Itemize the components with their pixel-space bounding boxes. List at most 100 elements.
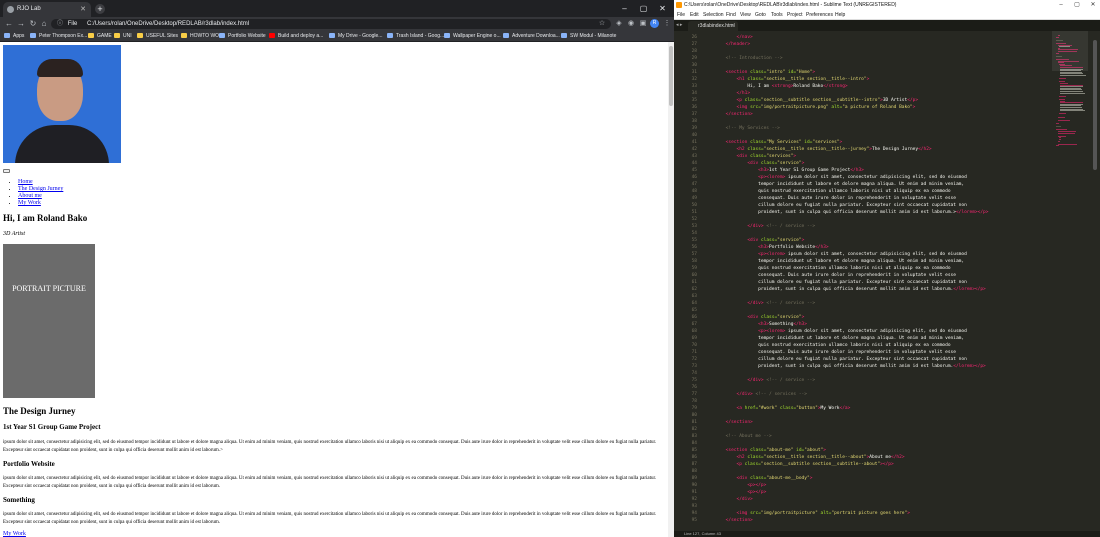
editor-scrollbar-thumb[interactable]	[1093, 40, 1097, 170]
tab-scroll-icon[interactable]: ◂ ▸	[676, 20, 682, 31]
line-number: 73	[691, 364, 697, 369]
extension-icon[interactable]: ◈	[614, 18, 624, 30]
code-area[interactable]: </nav> </header> <!-- Introduction --> <…	[704, 31, 1044, 531]
minimap-line	[1057, 143, 1077, 145]
bookmark-item[interactable]: Trash Island - Goog...	[387, 31, 444, 42]
code-token: class=	[760, 161, 778, 166]
address-bar[interactable]: ⓘ File C:/Users/rolan/OneDrive/Desktop/R…	[51, 19, 611, 29]
menu-goto[interactable]: Goto	[755, 10, 766, 20]
menu-selection[interactable]: Selection	[703, 10, 724, 20]
bookmark-star-icon[interactable]: ☆	[597, 18, 607, 30]
code-token: class=	[744, 462, 761, 467]
code-token: <p></p>	[704, 483, 767, 488]
nav-link-work[interactable]: My Work	[18, 200, 41, 206]
code-token: consequat. Duis aute irure dolor in repr…	[704, 350, 956, 355]
menu-project[interactable]: Project	[787, 10, 803, 20]
service-text: ipsum dolor sit amet, consectetur adipis…	[3, 512, 657, 525]
menu-tools[interactable]: Tools	[771, 10, 783, 20]
bookmark-item[interactable]: SW Modul - Milanote	[561, 31, 616, 42]
profile-avatar[interactable]: R	[650, 19, 659, 28]
extension-icon[interactable]: ▣	[638, 18, 648, 30]
bookmark-item[interactable]: Build and deploy a...	[269, 31, 323, 42]
minimap-viewport[interactable]	[1052, 31, 1088, 71]
line-number: 37	[691, 112, 697, 117]
bookmark-item[interactable]: Adventure Downloa...	[503, 31, 560, 42]
code-token: <div	[704, 238, 761, 243]
address-url: C:/Users/rolan/OneDrive/Desktop/REDLAB/r…	[87, 21, 250, 27]
code-token: >	[839, 140, 843, 145]
code-token: </section>	[704, 112, 753, 117]
line-number: 51	[691, 210, 697, 215]
bookmark-item[interactable]: Peter Thompson Ex...	[30, 31, 87, 42]
browser-tab[interactable]: RJO Lab ✕	[3, 2, 91, 17]
tab-close-icon[interactable]: ✕	[80, 2, 86, 17]
menu-help[interactable]: Help	[835, 10, 845, 20]
minimap-line	[1057, 119, 1071, 121]
menu-file[interactable]: File	[677, 10, 685, 20]
extension-icon[interactable]: ◉	[626, 18, 636, 30]
google-drive-icon	[329, 33, 335, 38]
menu-edit[interactable]: Edit	[690, 10, 699, 20]
code-token: <h2	[704, 455, 748, 460]
code-token: "a picture of Roland Bako"	[842, 105, 913, 110]
code-token: quis nostrud exercitation ullamco labori…	[704, 266, 951, 271]
minimap-line	[1058, 78, 1067, 80]
code-token: </strong>	[823, 84, 848, 89]
minimize-icon[interactable]: –	[1054, 0, 1068, 10]
maximize-icon[interactable]: ▢	[635, 0, 652, 17]
minimize-icon[interactable]: –	[616, 0, 633, 17]
minimap[interactable]	[1052, 31, 1088, 531]
bookmark-item[interactable]: My Drive - Google...	[329, 31, 382, 42]
code-line: <a href="#work" class="button">My Work</…	[704, 405, 851, 412]
intro-heading: Hi, I am Roland Bako	[3, 213, 88, 223]
code-token: </h1>	[704, 91, 751, 96]
editor-tab[interactable]: r3dlabindex.html ✕	[688, 21, 738, 31]
page-scrollbar-thumb[interactable]	[669, 46, 673, 106]
nav-list: Home The Design Jurney About me My Work	[8, 179, 63, 207]
nav-link-about[interactable]: About me	[18, 193, 42, 199]
forward-icon[interactable]: →	[15, 17, 27, 31]
bookmark-item[interactable]: Portfolio Website	[219, 31, 266, 42]
info-icon[interactable]: ⓘ	[57, 21, 63, 27]
line-number: 90	[691, 483, 697, 488]
code-line: consequat. Duis aute irure dolor in repr…	[704, 272, 956, 279]
menu-icon[interactable]: ⋮	[662, 18, 672, 30]
tab-close-icon[interactable]: ✕	[731, 21, 735, 31]
close-window-icon[interactable]: ✕	[1086, 0, 1100, 10]
code-line: </div> <!-- / services -->	[704, 391, 807, 398]
code-token: >	[912, 105, 916, 110]
nav-link-home[interactable]: Home	[18, 179, 33, 185]
back-icon[interactable]: ←	[3, 17, 15, 31]
line-number: 94	[691, 511, 697, 516]
new-tab-button[interactable]: +	[95, 4, 105, 14]
line-number: 69	[691, 336, 697, 341]
home-icon[interactable]: ⌂	[38, 17, 50, 31]
code-line: <!-- About me -->	[704, 433, 772, 440]
code-token: <img	[704, 105, 751, 110]
nav-toggle-button[interactable]	[3, 169, 10, 173]
menu-view[interactable]: View	[740, 10, 751, 20]
close-window-icon[interactable]: ✕	[654, 0, 671, 17]
favicon-icon	[387, 33, 393, 38]
nav-link-services[interactable]: The Design Jurney	[18, 186, 63, 192]
bookmark-item[interactable]: USEFUL Sites	[137, 31, 178, 42]
code-token: <h1	[704, 77, 748, 82]
maximize-icon[interactable]: ▢	[1070, 0, 1084, 10]
code-token: id=	[788, 70, 797, 75]
bookmark-item[interactable]: Wallpaper Engine o...	[444, 31, 501, 42]
bookmark-item[interactable]: UNI	[114, 31, 132, 42]
my-work-link[interactable]: My Work	[3, 531, 26, 537]
code-line: </div>	[704, 496, 753, 503]
menu-find[interactable]: Find	[726, 10, 736, 20]
menu-preferences[interactable]: Preferences	[806, 10, 833, 20]
code-token: "section__title section__title--jurney"	[763, 147, 870, 152]
code-token: alt=	[831, 105, 843, 110]
intro-subtitle: 3D Artist	[3, 231, 26, 237]
bookmark-item[interactable]: GAME	[88, 31, 112, 42]
bookmark-item[interactable]: HOWTO WO	[181, 31, 219, 42]
code-token: class=	[750, 448, 767, 453]
code-token: proident, sunt in culpa qui officia dese…	[704, 364, 954, 369]
code-token: The Design Jurney	[872, 147, 919, 152]
line-number: 32	[691, 77, 697, 82]
bookmark-item[interactable]: Apps	[4, 31, 24, 42]
